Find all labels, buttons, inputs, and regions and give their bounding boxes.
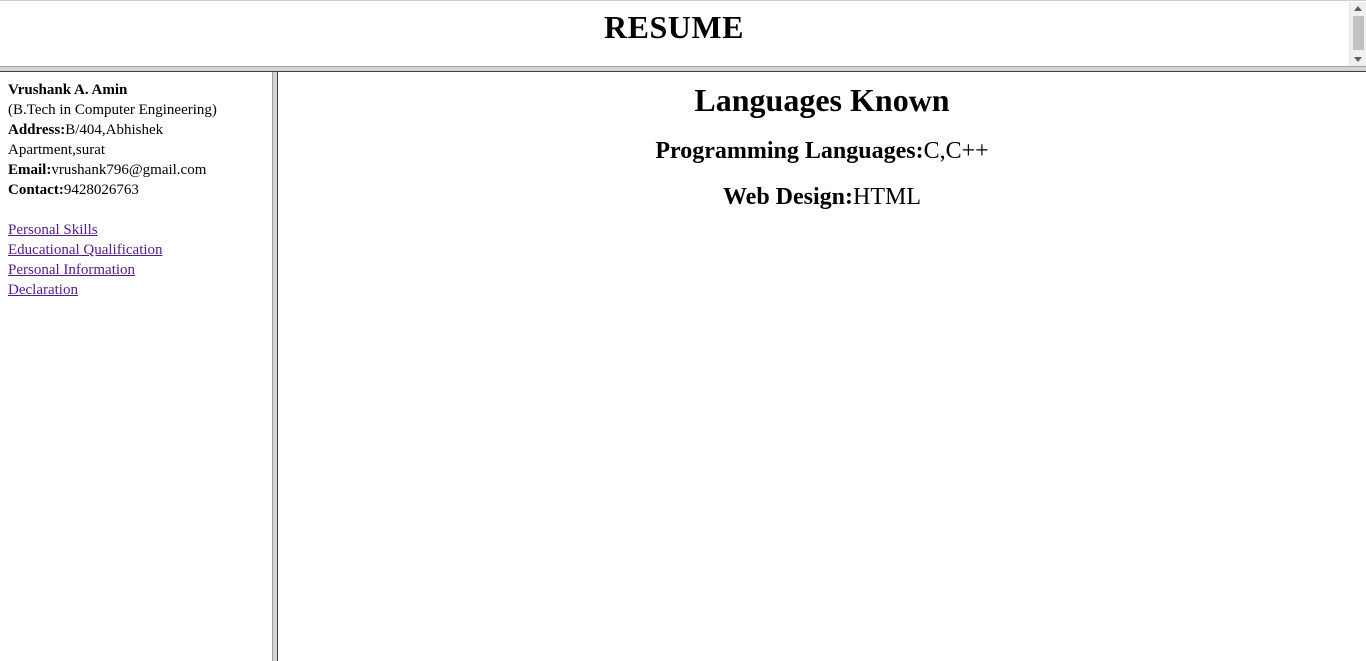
link-personal-information[interactable]: Personal Information [8,260,135,280]
page-title: RESUME [604,9,744,45]
scroll-down-arrow-icon[interactable] [1354,57,1362,62]
programming-languages-label: Programming Languages: [655,138,924,164]
candidate-degree: (B.Tech in Computer Engineering) [8,102,217,118]
link-declaration[interactable]: Declaration [8,280,78,300]
web-design-row: Web Design:HTML [278,183,1366,211]
section-heading: Languages Known [694,82,950,118]
programming-languages-value: C,C++ [923,138,989,164]
link-personal-skills[interactable]: Personal Skills [8,220,98,240]
email-row: Email:vrushank796@gmail.com [8,160,264,180]
scroll-up-arrow-icon[interactable] [1354,6,1362,11]
web-design-label: Web Design: [722,184,853,210]
candidate-name: Vrushank A. Amin [8,82,128,98]
header-frame: RESUME [0,0,1366,66]
email-value: vrushank796@gmail.com [51,162,207,178]
sidebar-frame: Vrushank A. Amin (B.Tech in Computer Eng… [0,72,272,661]
address-row: Address:B/404,Abhishek [8,120,264,140]
contact-value: 9428026763 [63,182,139,198]
address-label: Address: [8,122,66,138]
address-value-line2: Apartment,surat [8,142,106,158]
email-label: Email: [8,162,52,178]
header-scrollbar[interactable] [1349,2,1366,66]
address-value: B/404,Abhishek [65,122,164,138]
contact-label: Contact: [8,182,64,198]
link-educational-qualification[interactable]: Educational Qualification [8,240,163,260]
programming-languages-row: Programming Languages:C,C++ [278,137,1366,165]
web-design-value: HTML [853,184,921,210]
main-frame: Languages Known Programming Languages:C,… [278,72,1366,661]
contact-row: Contact:9428026763 [8,180,264,200]
scroll-thumb[interactable] [1353,16,1364,50]
